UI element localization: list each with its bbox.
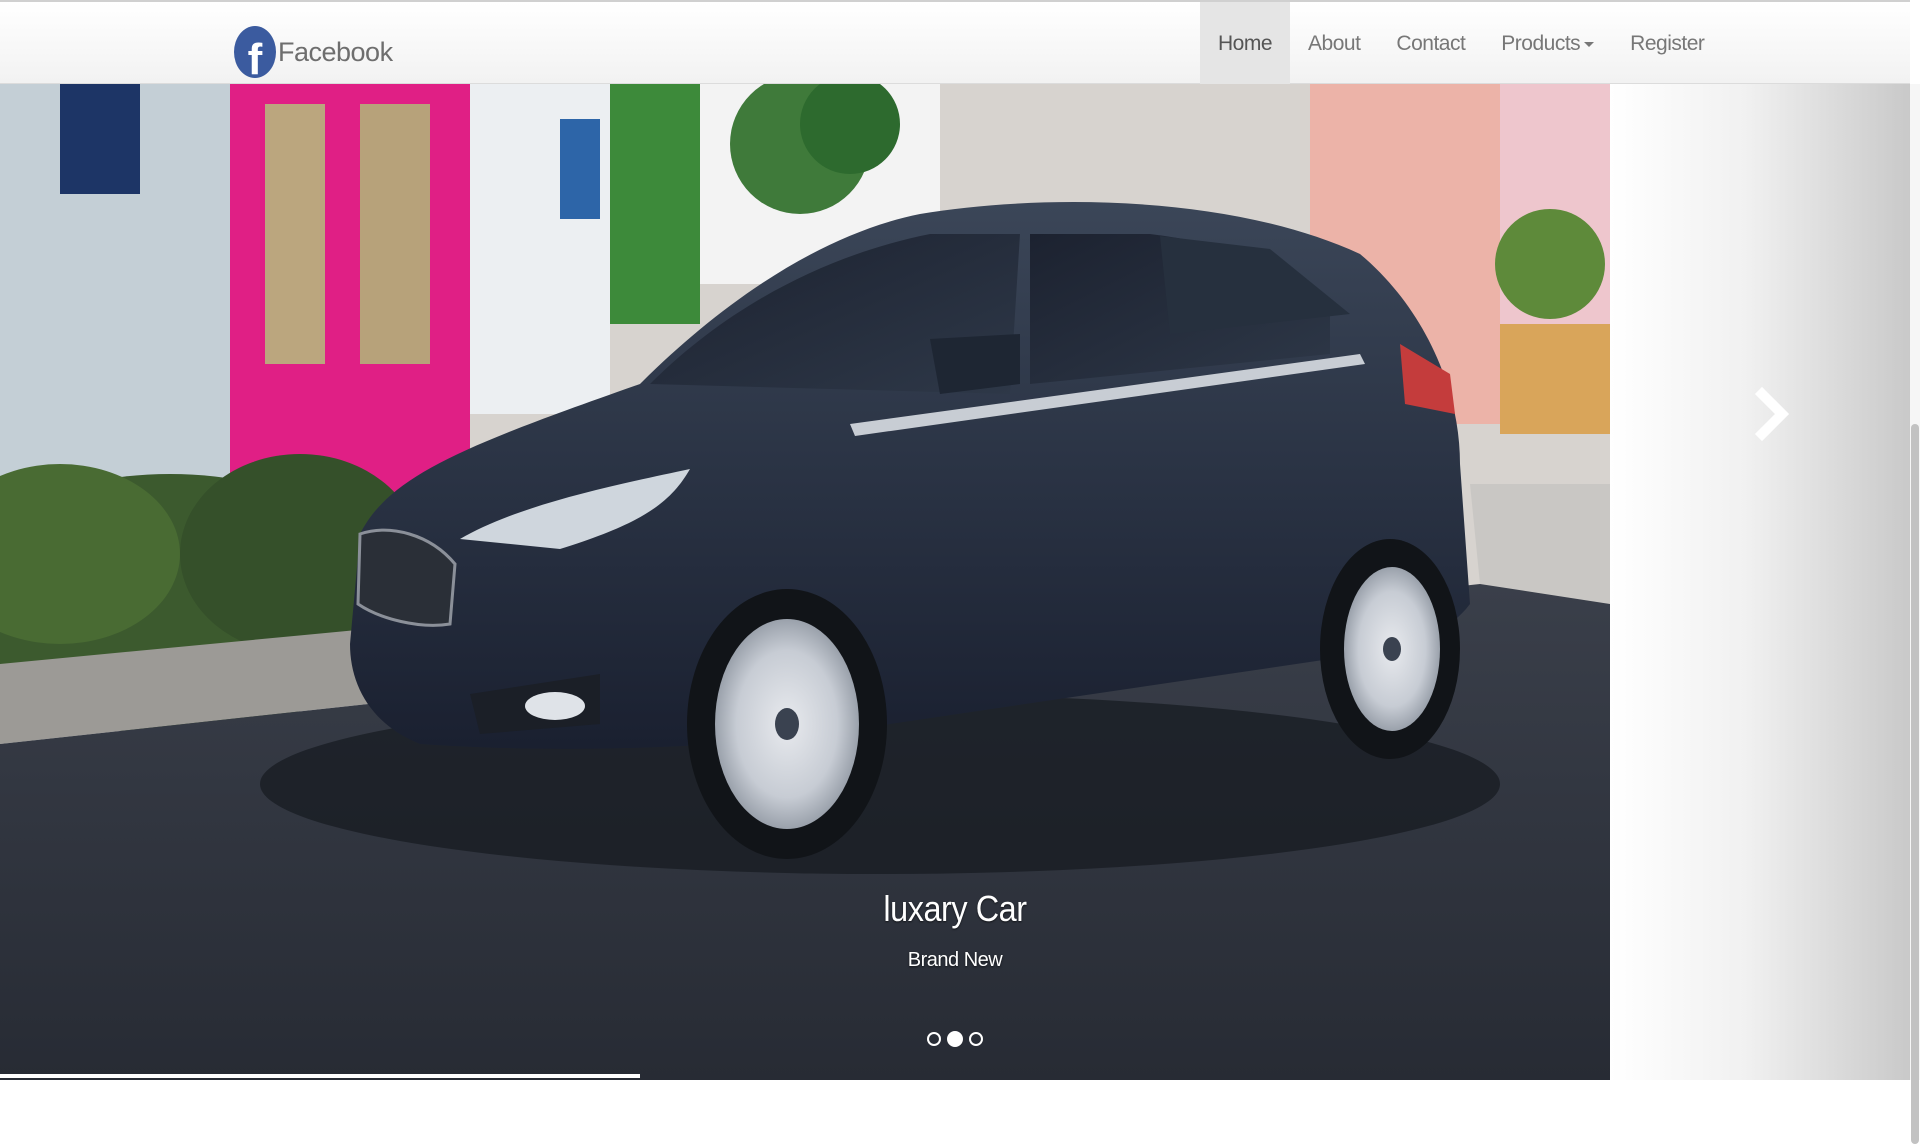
carousel-next-control[interactable]	[1610, 84, 1910, 1080]
navbar: f Facebook Home About Contact Products R…	[0, 0, 1910, 86]
nav-item-products-dropdown[interactable]: Products	[1483, 2, 1612, 86]
nav-item-register-label: Register	[1630, 32, 1705, 55]
nav-item-contact[interactable]: Contact	[1378, 2, 1483, 86]
nav-item-contact-label: Contact	[1396, 32, 1466, 55]
page-scrollbar[interactable]	[1910, 84, 1920, 1144]
bottom-divider	[0, 1074, 640, 1078]
image-carousel: luxary Car Brand New	[0, 84, 1910, 1080]
chevron-right-icon	[1754, 386, 1790, 442]
nav-item-about-label: About	[1308, 32, 1361, 55]
nav-item-products-label: Products	[1501, 32, 1581, 55]
nav-item-register[interactable]: Register	[1612, 2, 1722, 86]
car-slide-image	[0, 84, 1610, 1080]
facebook-f-icon: f	[234, 26, 276, 78]
nav-item-about[interactable]: About	[1290, 2, 1378, 86]
nav-item-home-label: Home	[1218, 32, 1273, 55]
caret-down-icon	[1584, 41, 1595, 47]
nav-item-home[interactable]: Home	[1200, 2, 1291, 86]
scrollbar-thumb[interactable]	[1911, 424, 1919, 1144]
brand-link[interactable]: f Facebook	[234, 26, 393, 78]
main-nav: Home About Contact Products Register	[1200, 2, 1722, 86]
brand-label: Facebook	[278, 36, 393, 67]
brand-logo-letter: f	[247, 35, 263, 79]
